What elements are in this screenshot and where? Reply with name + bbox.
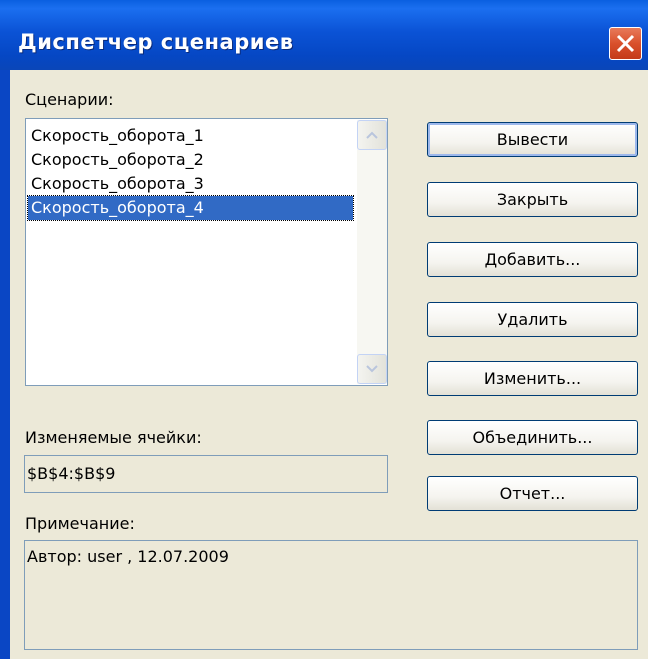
title-bar[interactable]: Диспетчер сценариев bbox=[0, 0, 648, 70]
close-icon bbox=[616, 34, 635, 53]
show-button[interactable]: Вывести bbox=[427, 122, 638, 157]
scroll-up-button[interactable] bbox=[357, 120, 387, 150]
changing-cells-value: $B$4:$B$9 bbox=[27, 464, 116, 483]
comment-label: Примечание: bbox=[25, 514, 135, 533]
add-button[interactable]: Добавить... bbox=[427, 242, 638, 277]
report-button[interactable]: Отчет... bbox=[427, 476, 638, 511]
changing-cells-label: Изменяемые ячейки: bbox=[25, 428, 202, 447]
comment-value: Автор: user , 12.07.2009 bbox=[27, 547, 229, 566]
merge-button[interactable]: Объединить... bbox=[427, 420, 638, 455]
scenario-item-1[interactable]: Скорость_оборота_1 bbox=[28, 124, 353, 148]
window-title: Диспетчер сценариев bbox=[18, 30, 294, 54]
scenario-item-4[interactable]: Скорость_оборота_4 bbox=[27, 195, 354, 221]
comment-field[interactable]: Автор: user , 12.07.2009 bbox=[24, 540, 638, 650]
close-window-button[interactable] bbox=[609, 27, 642, 60]
scenarios-label: Сценарии: bbox=[25, 90, 114, 109]
window-border bbox=[0, 70, 10, 659]
scenarios-listbox[interactable]: Скорость_оборота_1 Скорость_оборота_2 Ск… bbox=[25, 118, 388, 386]
scenario-item-2[interactable]: Скорость_оборота_2 bbox=[28, 148, 353, 172]
edit-button[interactable]: Изменить... bbox=[427, 361, 638, 396]
changing-cells-field[interactable]: $B$4:$B$9 bbox=[24, 455, 388, 493]
scenario-manager-dialog: Диспетчер сценариев Сценарии: Скорость_о… bbox=[0, 0, 648, 659]
chevron-up-icon bbox=[366, 131, 378, 139]
chevron-down-icon bbox=[366, 365, 378, 373]
scroll-down-button[interactable] bbox=[357, 354, 387, 384]
scenario-item-3[interactable]: Скорость_оборота_3 bbox=[28, 172, 353, 196]
scrollbar[interactable] bbox=[357, 120, 387, 384]
delete-button[interactable]: Удалить bbox=[427, 302, 638, 337]
close-button[interactable]: Закрыть bbox=[427, 182, 638, 217]
